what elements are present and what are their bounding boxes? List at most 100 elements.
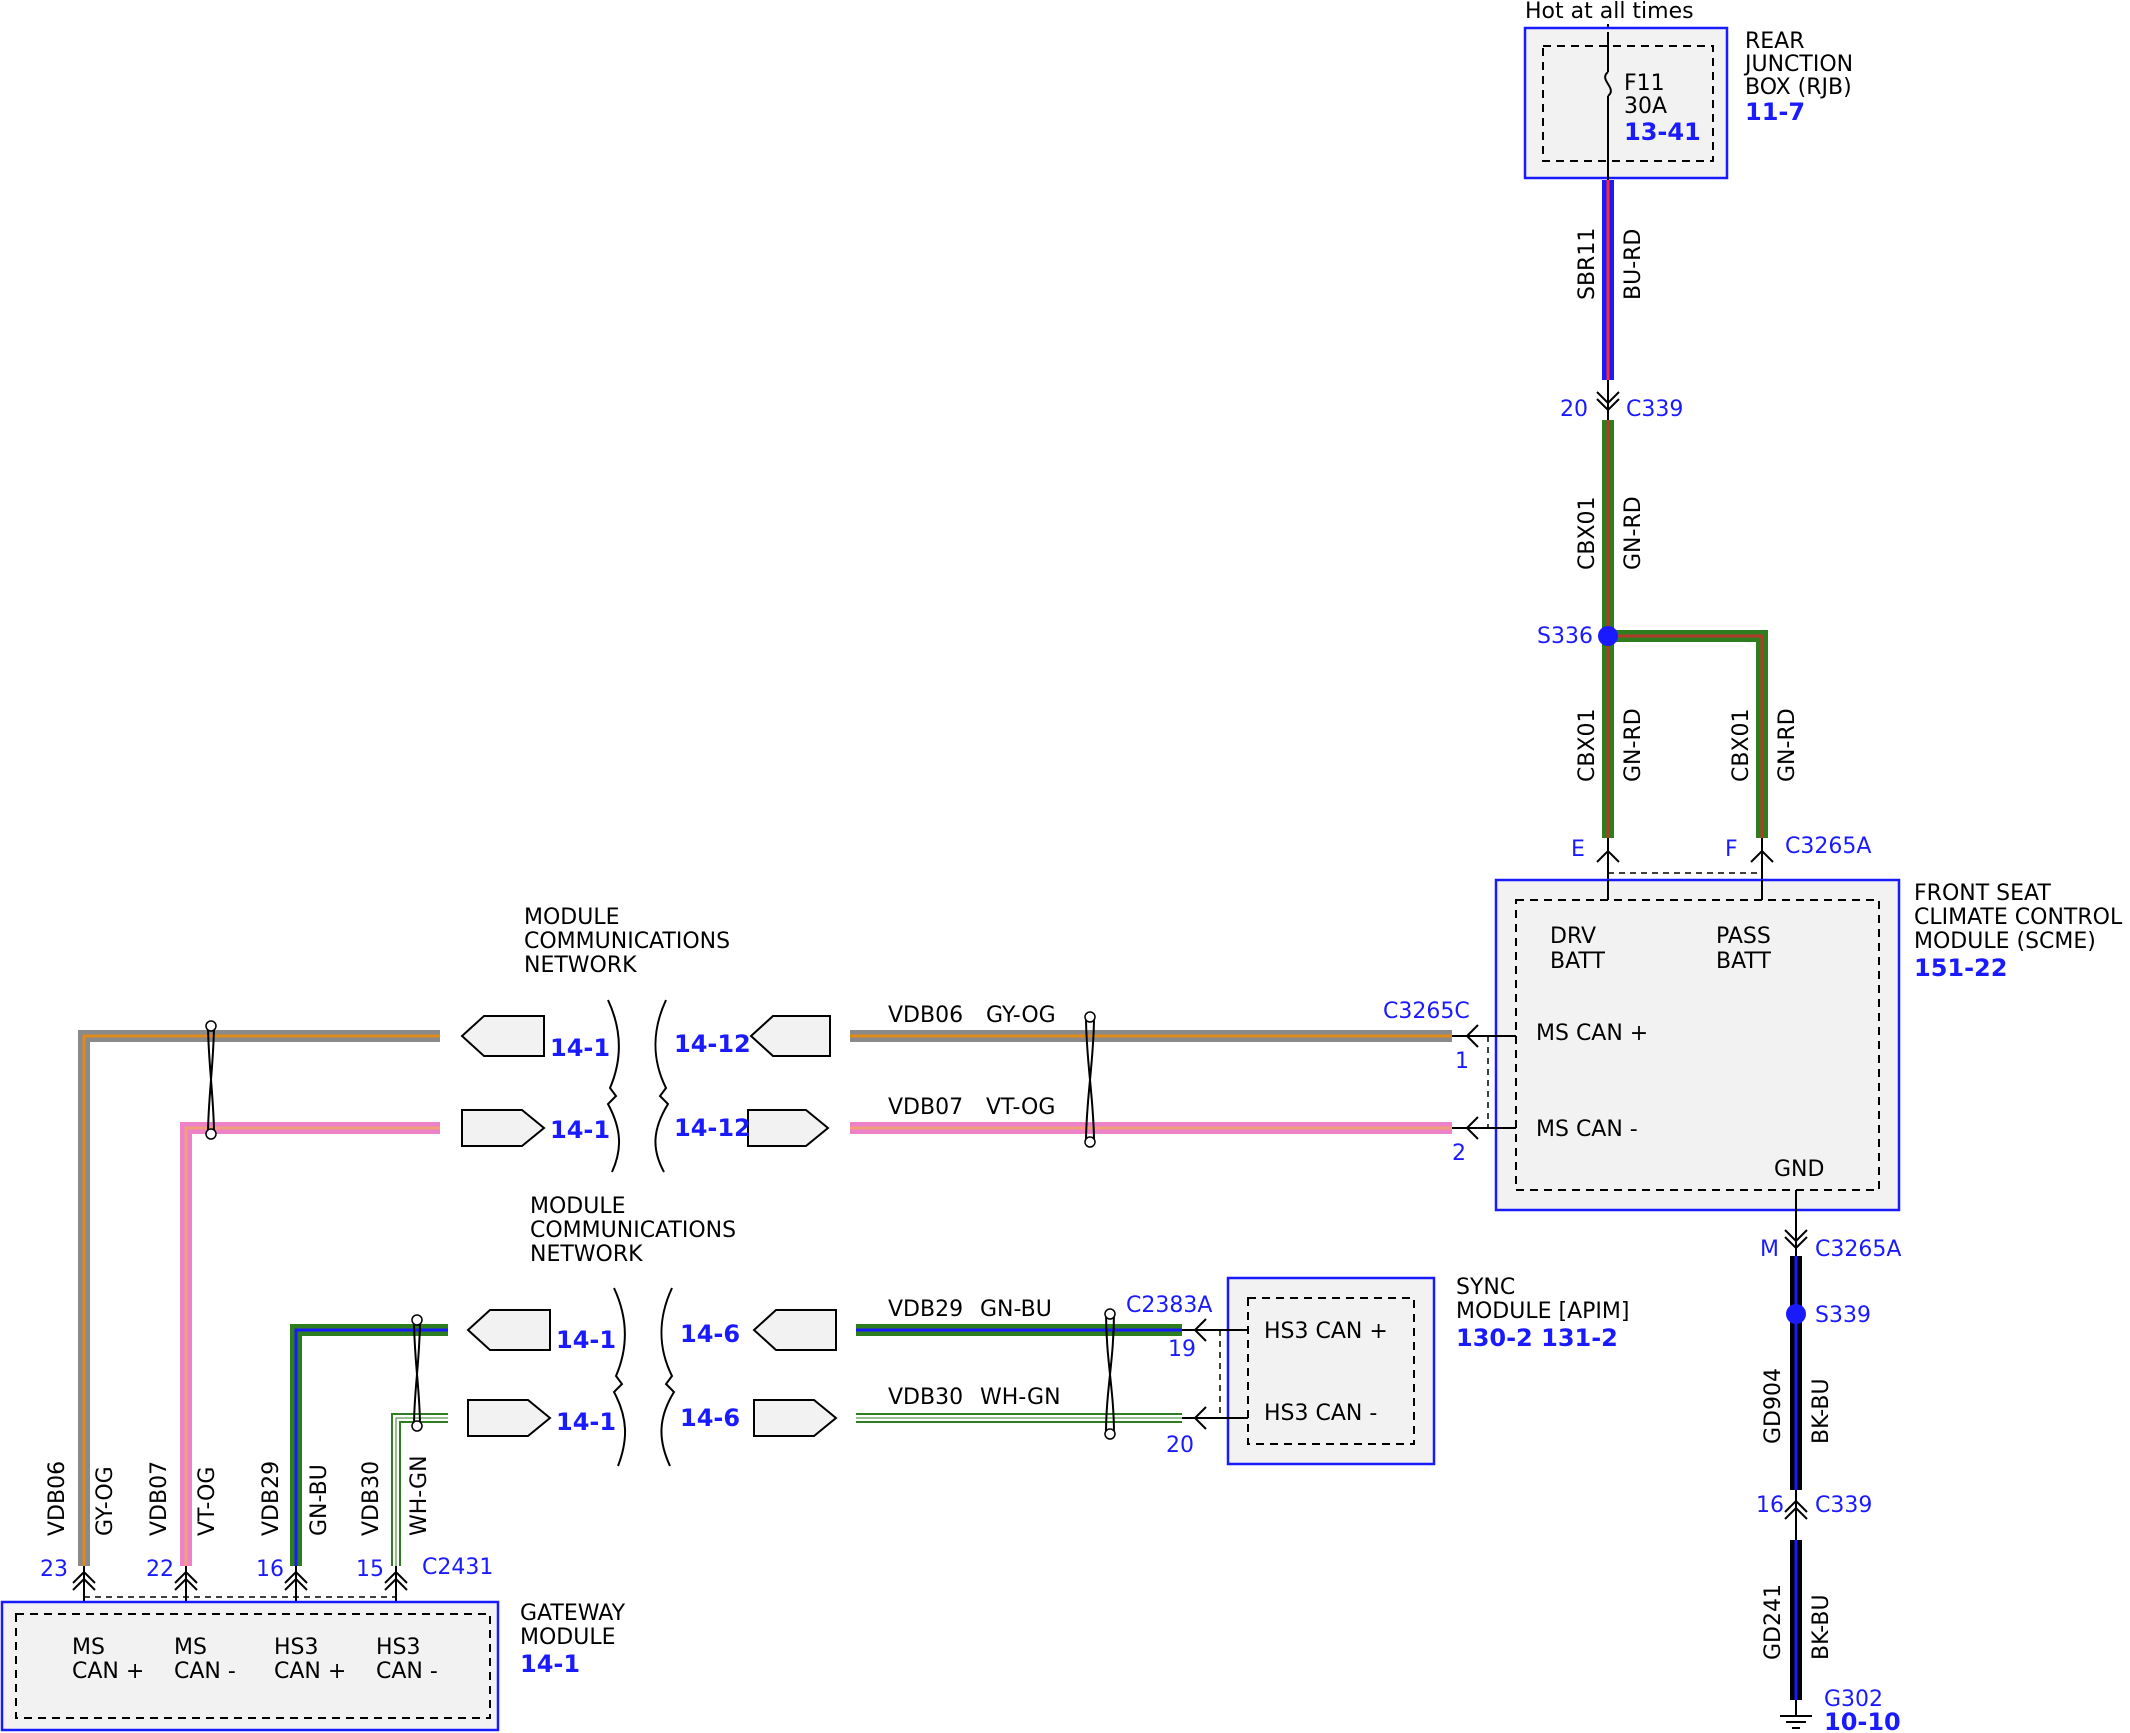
vdb30-circuit-left: VDB30 (359, 1461, 384, 1536)
ms-plus-ref-right[interactable]: 14-12 (674, 1030, 751, 1058)
scme-ref[interactable]: 151-22 (1914, 954, 2007, 982)
hs3-plus-tag-right[interactable] (752, 1309, 837, 1351)
scme-name-1: FRONT SEAT (1914, 881, 2051, 906)
ms-plus-tag-right[interactable] (749, 1015, 831, 1057)
scme-pass-1: PASS (1716, 924, 1771, 949)
vdb07-color-left: VT-OG (195, 1467, 220, 1536)
gateway-name-2: MODULE (520, 1625, 616, 1650)
sync-ref[interactable]: 130-2 131-2 (1456, 1324, 1618, 1352)
scme-pass-2: BATT (1716, 949, 1771, 974)
cbx01-top-circuit: CBX01 (1575, 496, 1600, 570)
gateway-pin1-a: MS (72, 1635, 105, 1660)
fuse-ref[interactable]: 13-41 (1624, 118, 1701, 146)
rjb-name-2: JUNCTION (1743, 52, 1853, 77)
gateway-name-1: GATEWAY (520, 1601, 626, 1626)
ms-plus-tag-left[interactable] (460, 1015, 545, 1057)
splice-s339[interactable] (1786, 1304, 1806, 1324)
hs3-minus-tag-left[interactable] (467, 1399, 552, 1437)
c339-label-bottom[interactable]: C339 (1815, 1493, 1872, 1518)
twist-ms-left-top (205, 1020, 217, 1032)
gateway-ref[interactable]: 14-1 (520, 1650, 580, 1678)
vdb07-circuit-left: VDB07 (147, 1461, 172, 1536)
ms-minus-ref-right[interactable]: 14-12 (674, 1114, 751, 1142)
gd241-color: BK-BU (1809, 1594, 1834, 1660)
rjb-name-3: BOX (RJB) (1745, 75, 1852, 100)
vdb06-color-left: GY-OG (93, 1466, 118, 1536)
c2431-pin-23: 23 (40, 1557, 68, 1582)
gateway-pin1-b: CAN + (72, 1659, 144, 1684)
twist-ms-right-bottom (1084, 1136, 1096, 1148)
ms-minus-tag-left[interactable] (461, 1109, 546, 1147)
ms-plus-ref-left[interactable]: 14-1 (550, 1034, 610, 1062)
pin-m-label: M (1760, 1237, 1779, 1262)
c2383a-label[interactable]: C2383A (1126, 1293, 1212, 1318)
page-break-right-upper (654, 999, 670, 1173)
page-break-left-lower (612, 1287, 627, 1467)
c3265c-pin2: 2 (1452, 1141, 1466, 1166)
c2431-label[interactable]: C2431 (422, 1555, 493, 1580)
fuse-id: F11 (1624, 71, 1665, 96)
gateway-pin4-b: CAN - (376, 1659, 438, 1684)
pin-f-label: F (1725, 837, 1738, 862)
network-label-1c: NETWORK (524, 953, 637, 978)
scme-ms-can-minus: MS CAN - (1536, 1117, 1638, 1142)
scme-ms-can-plus: MS CAN + (1536, 1021, 1648, 1046)
cbx01-e-circuit: CBX01 (1575, 708, 1600, 782)
sync-hs3-plus: HS3 CAN + (1264, 1319, 1388, 1344)
c2383a-pin20: 20 (1166, 1433, 1194, 1458)
scme-drv-2: BATT (1550, 949, 1605, 974)
sbr11-circuit: SBR11 (1575, 228, 1600, 300)
c339-label-top[interactable]: C339 (1626, 397, 1683, 422)
twist-hs3-left-bottom (411, 1420, 423, 1432)
sync-box[interactable] (1226, 1276, 1436, 1466)
vdb29-color-right: GN-BU (980, 1297, 1052, 1322)
vdb29-circuit-right: VDB29 (888, 1297, 963, 1322)
sync-name-2: MODULE [APIM] (1456, 1299, 1629, 1324)
vdb07-circuit-right: VDB07 (888, 1095, 963, 1120)
c3265c-pin1: 1 (1455, 1049, 1469, 1074)
hs3-minus-ref-right[interactable]: 14-6 (680, 1404, 740, 1432)
s339-label: S339 (1815, 1303, 1871, 1328)
hs3-plus-tag-left[interactable] (466, 1309, 551, 1351)
network-label-1b: COMMUNICATIONS (524, 929, 730, 954)
twist-hs3-right-top (1104, 1308, 1116, 1320)
c3265c-label[interactable]: C3265C (1383, 999, 1470, 1024)
twist-ms-left-bottom (205, 1128, 217, 1140)
vdb30-color-right: WH-GN (980, 1385, 1061, 1410)
cbx01-f-color: GN-RD (1775, 708, 1800, 782)
gateway-pin2-a: MS (174, 1635, 207, 1660)
hs3-plus-ref-right[interactable]: 14-6 (680, 1320, 740, 1348)
ms-minus-ref-left[interactable]: 14-1 (550, 1116, 610, 1144)
gd904-color: BK-BU (1809, 1378, 1834, 1444)
vdb29-color-left: GN-BU (307, 1464, 332, 1536)
vdb30-circuit-right: VDB30 (888, 1385, 963, 1410)
gateway-pin2-b: CAN - (174, 1659, 236, 1684)
ms-minus-tag-right[interactable] (747, 1109, 830, 1147)
scme-drv-1: DRV (1550, 924, 1596, 949)
splice-s336[interactable] (1598, 626, 1618, 646)
hs3-minus-tag-right[interactable] (753, 1399, 838, 1437)
page-break-left-upper (606, 999, 621, 1173)
sbr11-color: BU-RD (1621, 229, 1646, 300)
hs3-plus-ref-left[interactable]: 14-1 (556, 1326, 616, 1354)
c3265a-label-bottom[interactable]: C3265A (1815, 1237, 1901, 1262)
s336-label: S336 (1537, 624, 1593, 649)
c339-pin-16: 16 (1756, 1493, 1784, 1518)
rjb-ref[interactable]: 11-7 (1745, 98, 1805, 126)
network-label-2a: MODULE (530, 1194, 626, 1219)
gateway-pin4-a: HS3 (376, 1635, 421, 1660)
twist-hs3-right-bottom (1104, 1428, 1116, 1440)
wiring-diagram: Hot at all times F11 30A 13-41 REAR JUNC… (0, 0, 2123, 1733)
cbx01-top-color: GN-RD (1621, 496, 1646, 570)
gateway-pin3-b: CAN + (274, 1659, 346, 1684)
c3265a-label-top[interactable]: C3265A (1785, 834, 1871, 859)
c2431-pin-15: 15 (356, 1557, 384, 1582)
ground-ref[interactable]: 10-10 (1824, 1708, 1901, 1733)
network-label-1a: MODULE (524, 905, 620, 930)
vdb06-color-right: GY-OG (986, 1003, 1056, 1028)
scme-name-2: CLIMATE CONTROL (1914, 905, 2123, 930)
hs3-minus-ref-left[interactable]: 14-1 (556, 1408, 616, 1436)
vdb06-circuit-left: VDB06 (45, 1461, 70, 1536)
gd241-circuit: GD241 (1761, 1584, 1786, 1660)
hot-at-all-times-label: Hot at all times (1525, 0, 1694, 24)
